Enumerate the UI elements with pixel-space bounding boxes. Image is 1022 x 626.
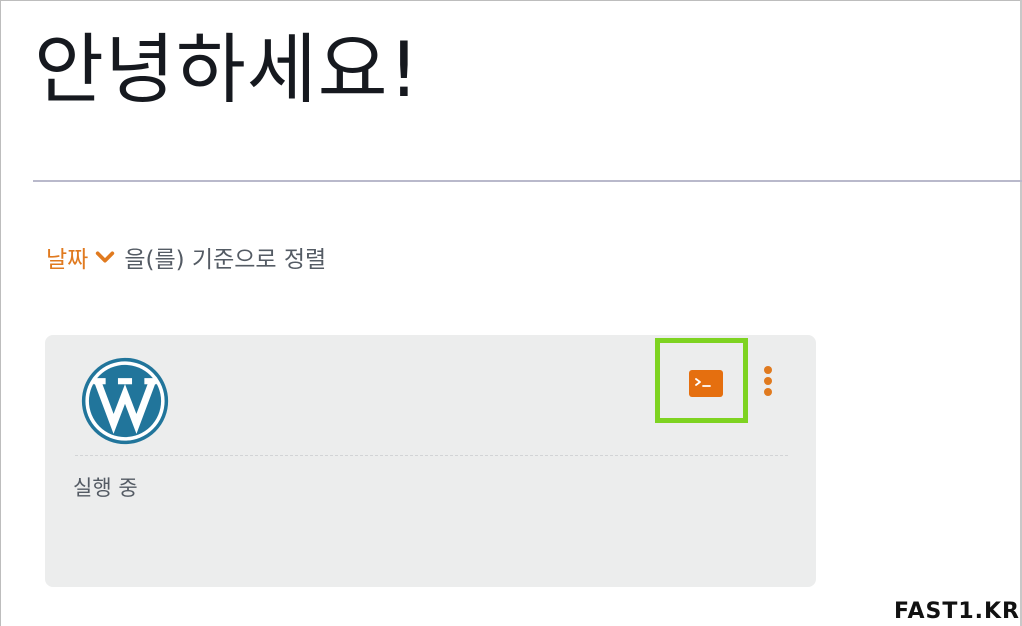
chevron-down-icon[interactable] (94, 246, 116, 268)
watermark: FAST1.KR (893, 599, 1020, 624)
sort-control: 날짜 을(를) 기준으로 정렬 (46, 240, 326, 274)
sort-suffix-text: 을(를) 기준으로 정렬 (124, 247, 327, 273)
page-title: 안녕하세요! (34, 25, 421, 114)
wordpress-logo-icon (81, 357, 169, 445)
highlight-box (655, 338, 748, 423)
terminal-icon (695, 378, 711, 387)
more-actions-button[interactable] (758, 365, 778, 399)
kebab-menu-icon (764, 388, 772, 396)
header-divider (33, 180, 1022, 182)
instance-card[interactable]: 실행 중 (45, 335, 816, 587)
connect-terminal-button[interactable] (689, 370, 723, 397)
instance-status: 실행 중 (73, 476, 138, 500)
kebab-menu-icon (764, 377, 772, 385)
card-divider (75, 455, 788, 456)
sort-field-dropdown-label[interactable]: 날짜 (46, 240, 88, 274)
kebab-menu-icon (764, 366, 772, 374)
